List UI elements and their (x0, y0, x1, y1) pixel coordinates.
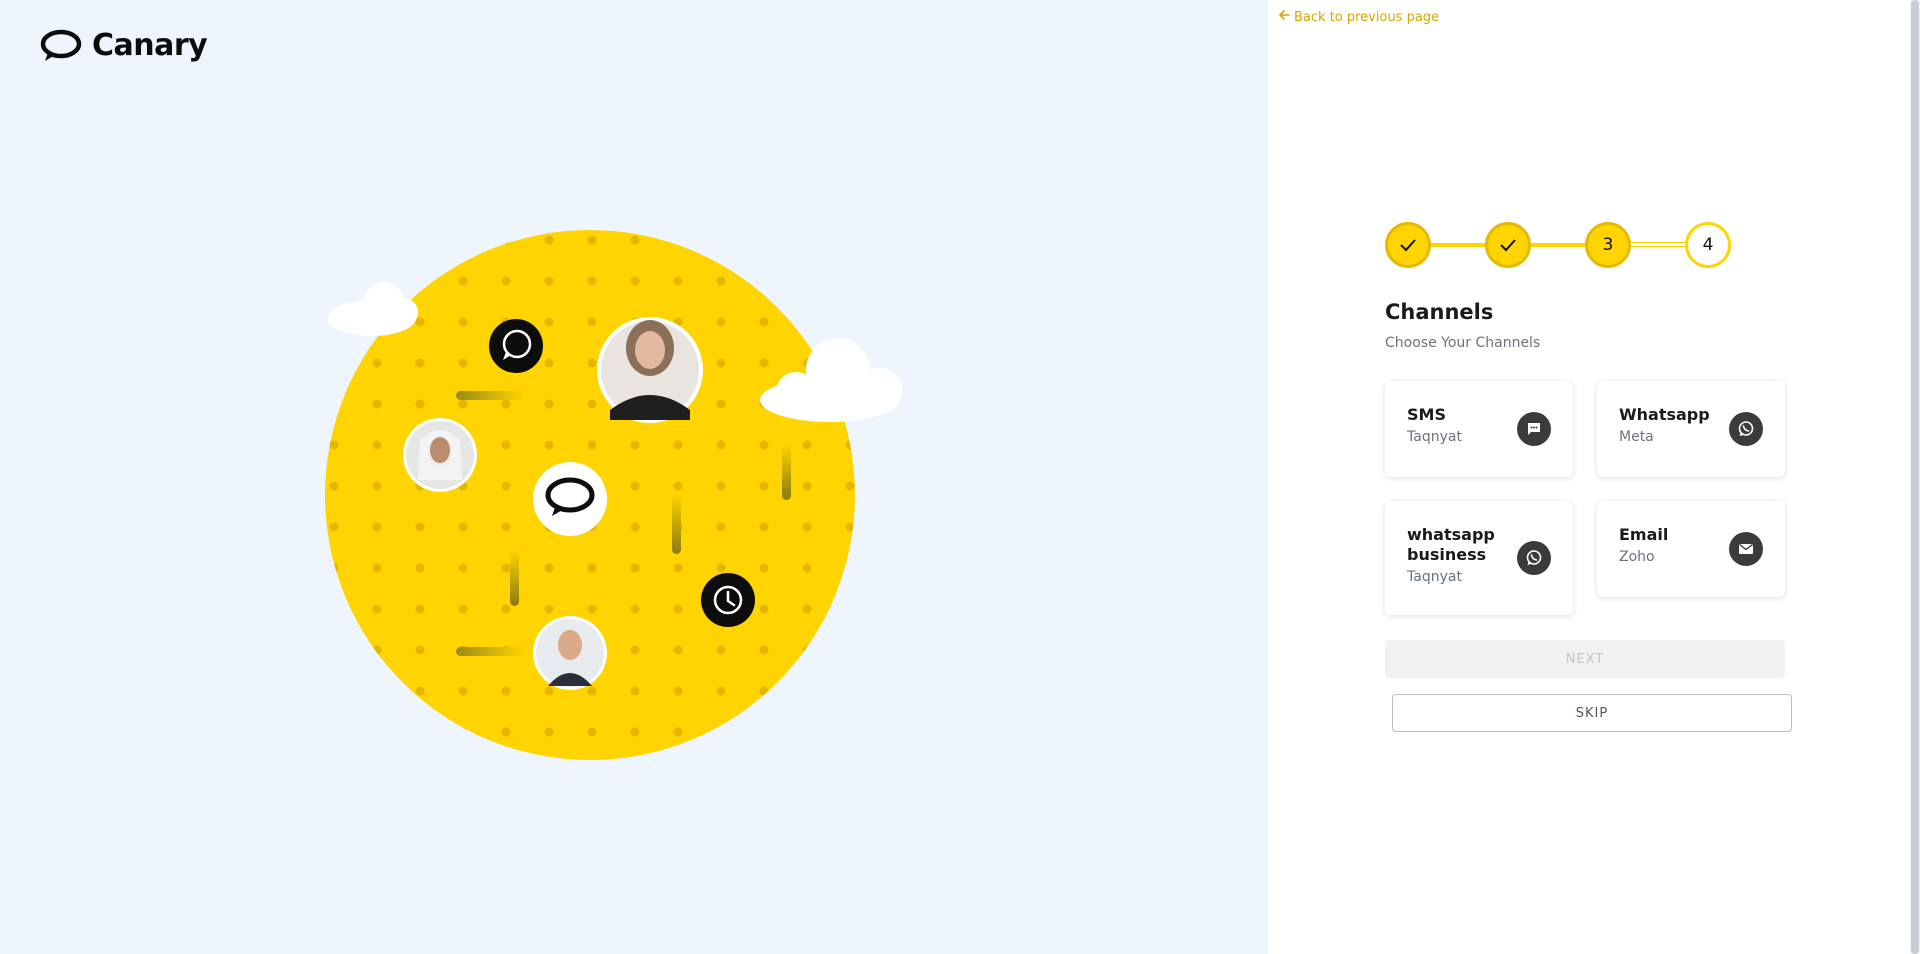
scrollbar-track[interactable] (1910, 0, 1920, 954)
avatar-woman (597, 317, 703, 423)
channel-card-sms[interactable]: SMS Taqnyat (1385, 381, 1573, 477)
brand-name: Canary (92, 28, 208, 63)
whatsapp-icon (1729, 412, 1763, 446)
progress-stepper: 3 4 (1385, 221, 1731, 273)
avatar-man-suit (533, 616, 607, 690)
center-canary-icon (533, 462, 607, 536)
onboarding-form-pane: Back to previous page 3 4 Channels Choos… (1268, 0, 1920, 954)
page-subtitle: Choose Your Channels (1385, 335, 1541, 351)
step-connector-1 (1429, 243, 1489, 247)
channel-card-whatsapp-business[interactable]: whatsapp business Taqnyat (1385, 501, 1573, 615)
step-1-complete[interactable] (1385, 222, 1431, 268)
email-icon (1729, 532, 1763, 566)
back-link-label: Back to previous page (1294, 9, 1440, 25)
page-title: Channels (1385, 300, 1494, 324)
step-2-complete[interactable] (1485, 222, 1531, 268)
step-4-pending[interactable]: 4 (1685, 222, 1731, 268)
chat-bubble-icon (489, 319, 543, 373)
whatsapp-icon (1517, 541, 1551, 575)
step-3-current[interactable]: 3 (1585, 222, 1631, 268)
step-connector-2 (1529, 243, 1589, 247)
channel-card-whatsapp[interactable]: Whatsapp Meta (1597, 381, 1785, 477)
checkmark-icon (1400, 239, 1416, 252)
checkmark-icon (1500, 239, 1516, 252)
left-illustration-pane: Canary (0, 0, 1269, 954)
clock-icon (701, 573, 755, 627)
step-connector-3 (1629, 242, 1689, 247)
avatar-man-keffiyeh (403, 418, 477, 492)
channel-name: whatsapp business (1407, 525, 1495, 564)
channels-illustration (325, 230, 902, 760)
arrow-left-icon (1278, 9, 1290, 25)
brand-logo[interactable]: Canary (40, 28, 208, 63)
channel-card-email[interactable]: Email Zoho (1597, 501, 1785, 597)
sms-icon (1517, 412, 1551, 446)
skip-button[interactable]: SKIP (1392, 694, 1792, 732)
next-button[interactable]: NEXT (1385, 640, 1785, 678)
back-to-previous-link[interactable]: Back to previous page (1278, 9, 1439, 25)
canary-logo-icon (40, 29, 82, 61)
scrollbar-thumb[interactable] (1911, 0, 1919, 954)
